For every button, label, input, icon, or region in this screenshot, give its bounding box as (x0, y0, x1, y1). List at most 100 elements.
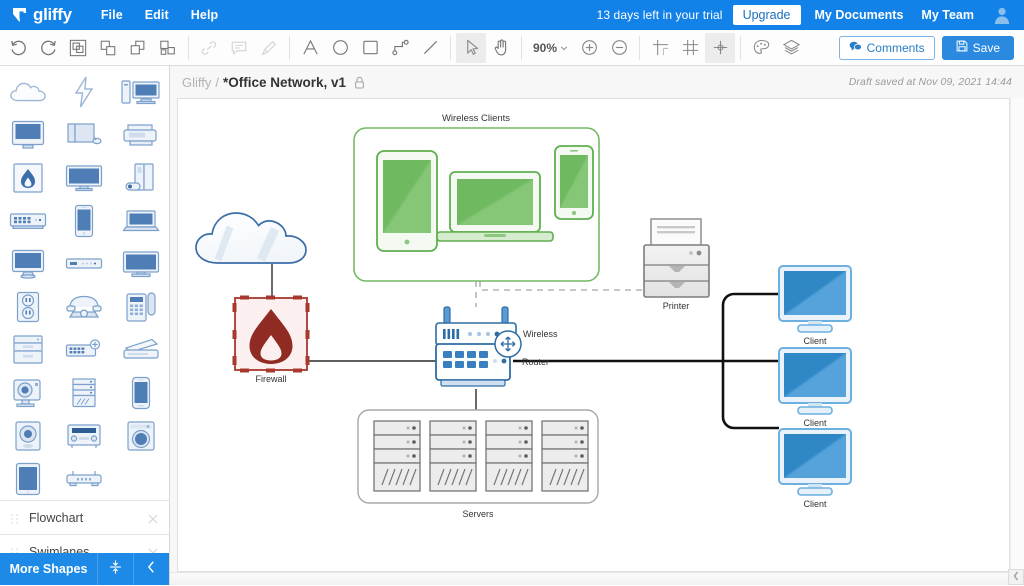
arrange-button[interactable] (153, 33, 183, 63)
collapse-palette-button[interactable] (133, 553, 169, 585)
palette-section-flowchart[interactable]: Flowchart (0, 500, 169, 534)
canvas-vertical-scrollbar[interactable] (1010, 98, 1024, 572)
zoom-in-button[interactable] (574, 33, 604, 63)
grid-icon (681, 38, 700, 57)
shape-flat-monitor[interactable] (56, 156, 112, 199)
shape-rotary-phone[interactable] (56, 285, 112, 328)
pan-hand-button[interactable] (486, 33, 516, 63)
shape-firewall[interactable] (0, 156, 56, 199)
mobile-phone-icon (131, 376, 151, 410)
comment-button[interactable] (224, 33, 254, 63)
toolbar-divider-4 (521, 36, 522, 60)
shape-monitor[interactable] (0, 242, 56, 285)
shape-widescreen-monitor[interactable] (113, 242, 169, 285)
wall-outlet-icon (16, 291, 40, 323)
guides-button[interactable] (645, 33, 675, 63)
pointer-tool-button[interactable] (456, 33, 486, 63)
group-button[interactable] (63, 33, 93, 63)
my-documents-link[interactable]: My Documents (815, 8, 904, 22)
diagram-canvas[interactable]: Wireless Clients Internet (177, 98, 1010, 572)
shape-server-rack[interactable] (56, 371, 112, 414)
canvas-horizontal-scrollbar[interactable] (170, 572, 1008, 585)
shape-grid (0, 66, 169, 498)
bring-forward-button[interactable] (93, 33, 123, 63)
zoom-level-dropdown[interactable]: 90% (527, 41, 574, 55)
save-button[interactable]: Save (942, 36, 1014, 60)
shape-switch[interactable] (0, 199, 56, 242)
shape-desktop-tower[interactable] (113, 70, 169, 113)
comment-icon (230, 39, 248, 57)
shape-wireless-router[interactable] (56, 457, 112, 500)
send-backward-button[interactable] (123, 33, 153, 63)
shape-wall-outlet[interactable] (0, 285, 56, 328)
shape-tower-computer[interactable] (56, 113, 112, 156)
lock-icon[interactable] (354, 76, 365, 89)
gliffy-logo-text: gliffy (33, 5, 72, 25)
connector-tool-button[interactable] (385, 33, 415, 63)
tablet-icon (15, 462, 41, 496)
shape-game-console[interactable] (113, 156, 169, 199)
chevron-left-icon (145, 560, 158, 579)
shape-copier[interactable] (0, 328, 56, 371)
gliffy-logo[interactable]: gliffy (10, 5, 72, 25)
shape-webcam[interactable] (0, 414, 56, 457)
menu-help[interactable]: Help (180, 4, 230, 26)
monitor-icon (11, 249, 45, 279)
menu-file[interactable]: File (90, 4, 134, 26)
line-tool-button[interactable] (415, 33, 445, 63)
text-icon (301, 38, 320, 57)
shape-modem[interactable] (56, 242, 112, 285)
breadcrumb-root[interactable]: Gliffy (182, 75, 211, 90)
svg-text:Wireless: Wireless (523, 329, 558, 339)
shape-desk-phone[interactable] (113, 285, 169, 328)
floppy-disk-icon (956, 40, 968, 55)
close-icon[interactable] (147, 512, 159, 524)
canvas-collapse-right-panel-button[interactable] (1008, 569, 1024, 585)
scanner-icon (122, 338, 160, 362)
shape-printer[interactable] (113, 113, 169, 156)
firewall-icon (12, 162, 44, 194)
undo-button[interactable] (3, 33, 33, 63)
rectangle-tool-button[interactable] (355, 33, 385, 63)
rectangle-icon (361, 38, 380, 57)
comments-button[interactable]: Comments (839, 36, 935, 60)
redo-button[interactable] (33, 33, 63, 63)
highlighter-button[interactable] (254, 33, 284, 63)
theme-button[interactable] (746, 33, 776, 63)
shape-cloud[interactable] (0, 70, 56, 113)
menu-edit[interactable]: Edit (134, 4, 180, 26)
user-avatar-icon[interactable] (992, 5, 1012, 25)
crt-monitor-icon (11, 120, 45, 150)
document-title[interactable]: *Office Network, v1 (223, 75, 346, 90)
shape-lightning[interactable] (56, 70, 112, 113)
shape-mobile-phone[interactable] (113, 371, 169, 414)
layers-button[interactable] (776, 33, 806, 63)
line-icon (421, 38, 440, 57)
shape-smartphone[interactable] (56, 199, 112, 242)
shape-crt-monitor[interactable] (0, 113, 56, 156)
shape-switch-plus[interactable] (56, 328, 112, 371)
pointer-icon (462, 38, 481, 57)
breadcrumb-separator: / (215, 75, 219, 90)
upgrade-button[interactable]: Upgrade (733, 5, 801, 25)
desk-phone-icon (125, 291, 157, 323)
grid-button[interactable] (675, 33, 705, 63)
more-shapes-button[interactable]: More Shapes (0, 562, 97, 576)
shape-scanner[interactable] (113, 328, 169, 371)
svg-text:Firewall: Firewall (255, 374, 286, 384)
shape-tablet[interactable] (0, 457, 56, 500)
printer-icon (122, 122, 160, 148)
toolbar-divider-2 (289, 36, 290, 60)
shape-laptop[interactable] (113, 199, 169, 242)
my-team-link[interactable]: My Team (921, 8, 974, 22)
guides-icon (651, 38, 670, 57)
snap-button[interactable] (705, 33, 735, 63)
ellipse-tool-button[interactable] (325, 33, 355, 63)
shape-stereo-receiver[interactable] (56, 414, 112, 457)
text-tool-button[interactable] (295, 33, 325, 63)
collapse-sections-button[interactable] (97, 553, 133, 585)
shape-projector[interactable] (0, 371, 56, 414)
zoom-out-button[interactable] (604, 33, 634, 63)
shape-washer[interactable] (113, 414, 169, 457)
link-button[interactable] (194, 33, 224, 63)
